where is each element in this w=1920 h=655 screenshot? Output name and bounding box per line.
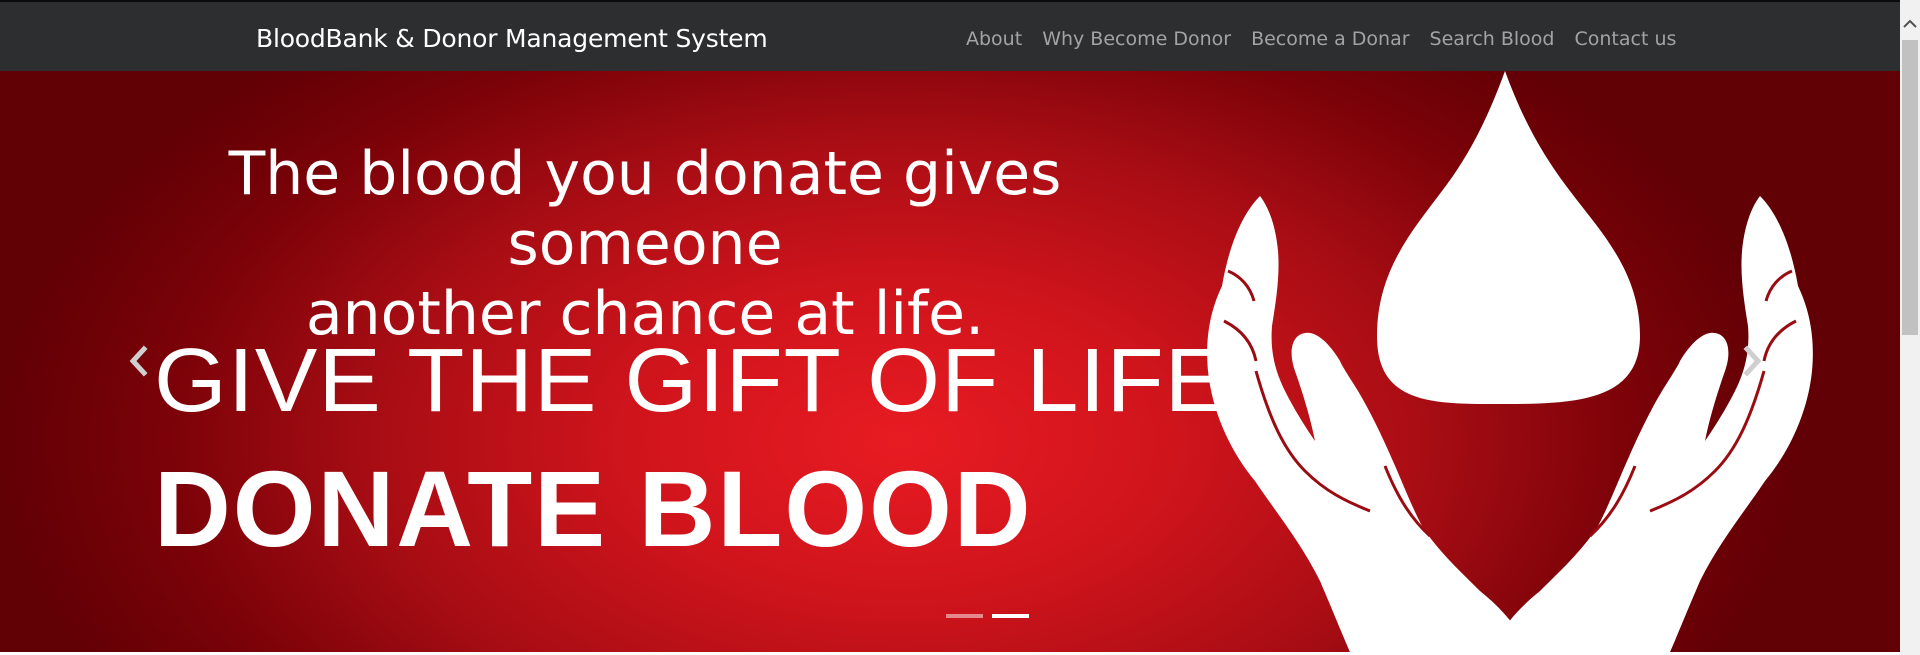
hero-carousel: The blood you donate gives someone anoth… — [0, 71, 1900, 652]
chevron-right-icon — [1743, 345, 1762, 377]
carousel-next-button[interactable] — [1737, 343, 1767, 379]
nav-link-contact-us[interactable]: Contact us — [1575, 27, 1677, 51]
slide-headline: GIVE THE GIFT OF LIFE — [154, 331, 1229, 431]
nav-menu: About Why Become Donor Become a Donar Se… — [966, 27, 1676, 51]
slide-tagline-line-1: The blood you donate gives someone — [228, 139, 1062, 279]
carousel-prev-button[interactable] — [124, 343, 154, 379]
nav-link-why-become-donor[interactable]: Why Become Donor — [1042, 27, 1231, 51]
nav-link-become-a-donar[interactable]: Become a Donar — [1251, 27, 1409, 51]
scroll-up-button[interactable] — [1900, 0, 1920, 40]
navbar: BloodBank & Donor Management System Abou… — [0, 2, 1900, 71]
carousel-indicator-1[interactable] — [946, 614, 983, 618]
vertical-scrollbar[interactable] — [1900, 0, 1920, 655]
slide-tagline: The blood you donate gives someone anoth… — [140, 139, 1150, 349]
carousel-indicators — [946, 614, 1029, 618]
page: BloodBank & Donor Management System Abou… — [0, 0, 1920, 655]
chevron-left-icon — [129, 345, 148, 377]
nav-link-search-blood[interactable]: Search Blood — [1430, 27, 1555, 51]
brand-link[interactable]: BloodBank & Donor Management System — [256, 24, 768, 54]
blood-drop-icon — [1377, 71, 1640, 405]
nav-link-about[interactable]: About — [966, 27, 1022, 51]
scrollbar-thumb[interactable] — [1902, 40, 1918, 335]
slide-subheadline: DONATE BLOOD — [154, 448, 1033, 569]
chevron-up-icon — [1903, 19, 1917, 28]
carousel-indicator-2[interactable] — [992, 614, 1029, 618]
